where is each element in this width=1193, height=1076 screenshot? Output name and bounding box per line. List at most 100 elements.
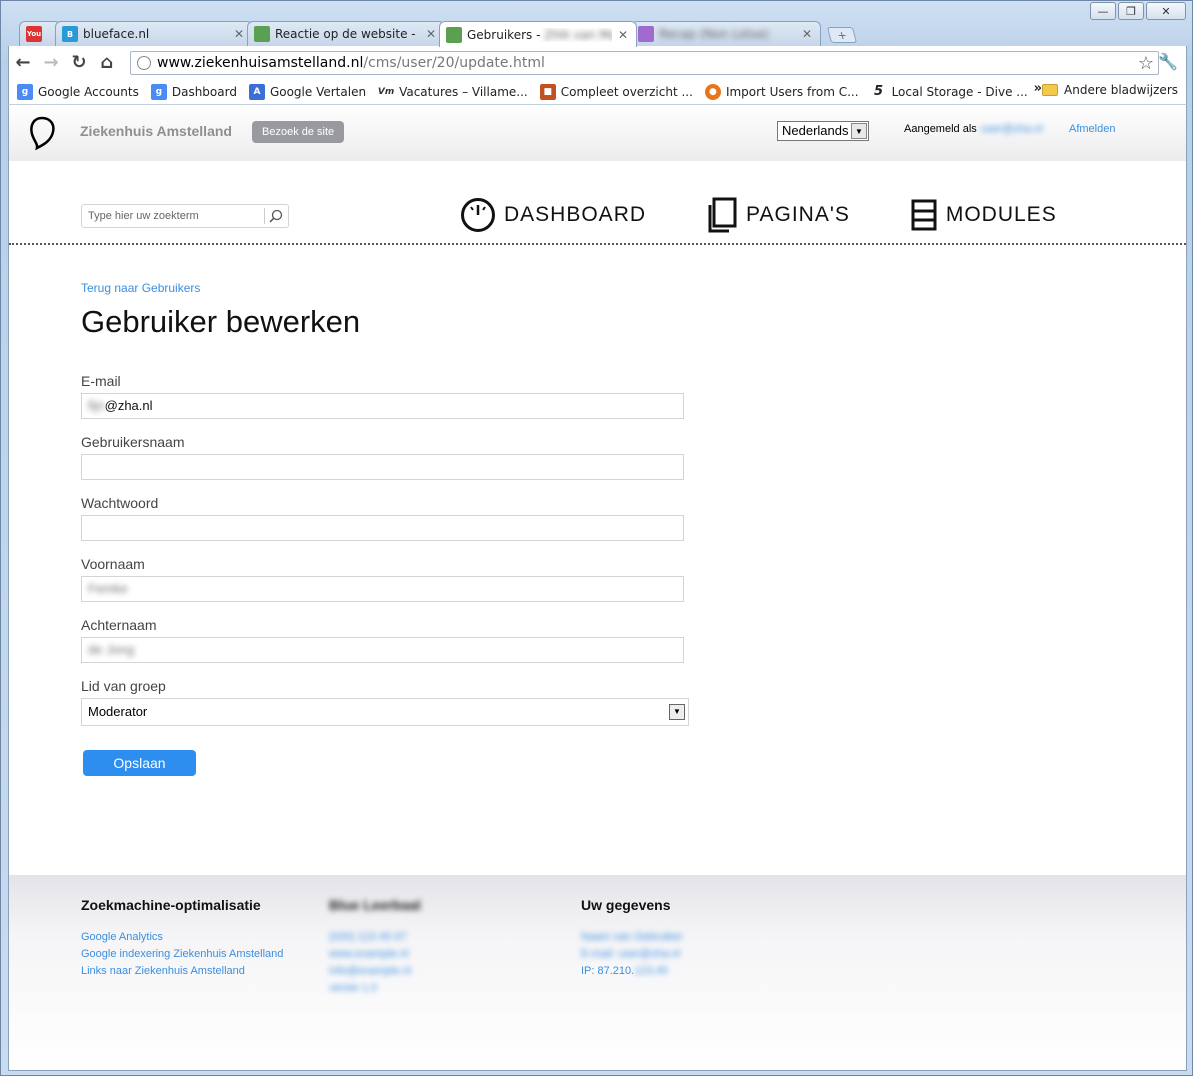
- user-name-line: Naam van Gebruiker: [581, 931, 683, 943]
- tab-title: Recap (Non Lotsa): [659, 27, 769, 41]
- firstname-field[interactable]: Femke: [81, 576, 684, 602]
- nav-dashboard-label: DASHBOARD: [504, 203, 647, 226]
- close-window-button[interactable]: ✕: [1146, 2, 1186, 20]
- footer-seo-column: Zoekmachine-optimalisatie Google Analyti…: [81, 897, 283, 980]
- group-select[interactable]: Moderator ▼: [81, 698, 689, 726]
- url-host: www.ziekenhuisamstelland.nl: [157, 55, 364, 71]
- bookmark-dashboard[interactable]: g Dashboard: [150, 83, 237, 100]
- divider: [9, 243, 1186, 245]
- bookmarks-overflow-button[interactable]: »: [1034, 81, 1042, 96]
- tab-reactie[interactable]: Reactie op de website - Ziek ✕: [247, 21, 445, 46]
- bookmark-local-storage[interactable]: 5 Local Storage - Dive ...: [870, 83, 1028, 100]
- close-icon[interactable]: ✕: [618, 28, 628, 42]
- google-icon: g: [150, 83, 167, 100]
- inbound-links-link[interactable]: Links naar Ziekenhuis Amstelland: [81, 963, 283, 980]
- google-indexing-link[interactable]: Google indexering Ziekenhuis Amstelland: [81, 946, 283, 963]
- cms-topbar: Ziekenhuis Amstelland Bezoek de site Ned…: [9, 105, 1186, 161]
- vm-icon: Vm: [378, 83, 394, 100]
- email-field[interactable]: fijn@zha.nl: [81, 393, 684, 419]
- five-icon: 5: [870, 83, 887, 100]
- contact-line: www.example.nl: [329, 948, 409, 960]
- google-analytics-link[interactable]: Google Analytics: [81, 929, 283, 946]
- group-label: Lid van groep: [81, 678, 166, 694]
- logout-link[interactable]: Afmelden: [1069, 123, 1115, 135]
- footer-seo-title: Zoekmachine-optimalisatie: [81, 897, 261, 913]
- bookmark-google-accounts[interactable]: g Google Accounts: [17, 83, 139, 100]
- password-field[interactable]: [81, 515, 684, 541]
- reload-icon[interactable]: ↻: [65, 52, 93, 73]
- url-path: /cms/user/20/update.html: [363, 55, 545, 71]
- address-bar[interactable]: www.ziekenhuisamstelland.nl/cms/user/20/…: [130, 51, 1159, 75]
- maximize-button[interactable]: ❐: [1118, 2, 1144, 20]
- browser-toolbar: ← → ↻ ⌂ www.ziekenhuisamstelland.nl/cms/…: [8, 46, 1187, 79]
- other-bookmarks[interactable]: Andere bladwijzers: [1042, 83, 1178, 97]
- modules-icon: [911, 199, 937, 231]
- blueface-icon: B: [62, 26, 78, 42]
- username-field[interactable]: [81, 454, 684, 480]
- folder-icon: [1042, 84, 1059, 96]
- forward-arrow-icon[interactable]: →: [37, 52, 65, 73]
- nav-modules[interactable]: MODULES: [910, 197, 1057, 233]
- back-arrow-icon[interactable]: ←: [9, 52, 37, 73]
- search-divider: [264, 208, 265, 224]
- lastname-field[interactable]: de Jong: [81, 637, 684, 663]
- bookmark-vacatures[interactable]: Vm Vacatures – Villame...: [378, 83, 528, 100]
- star-icon[interactable]: ☆: [1138, 53, 1154, 74]
- bookmark-label: Vacatures – Villame...: [399, 84, 528, 99]
- bookmark-import-users[interactable]: ● Import Users from C...: [704, 83, 859, 100]
- colorful-icon: [638, 26, 654, 42]
- search-input[interactable]: Type hier uw zoekterm: [81, 204, 289, 228]
- browser-window: — ❐ ✕ You B blueface.nl ✕ Reactie op de …: [0, 0, 1193, 1076]
- nav-pages-label: PAGINA'S: [746, 203, 850, 226]
- tab-gebruikers[interactable]: Gebruikers - ZHA van Mo ✕: [439, 21, 637, 47]
- language-value: Nederlands: [782, 123, 849, 138]
- tab-blurred[interactable]: Recap (Non Lotsa) ✕: [631, 21, 821, 46]
- logo-icon: [30, 116, 55, 151]
- logged-in-info: Aangemeld als user@zha.nl: [904, 123, 1043, 135]
- username-label: Gebruikersnaam: [81, 434, 185, 450]
- password-label: Wachtwoord: [81, 495, 159, 511]
- google-icon: g: [17, 83, 33, 100]
- bookmarks-bar: g Google Accounts g Dashboard A Google V…: [8, 79, 1187, 105]
- contact-line: info@example.nl: [329, 965, 412, 977]
- bookmark-label: Google Accounts: [38, 84, 139, 99]
- group-value: Moderator: [88, 704, 148, 719]
- youtube-icon: You: [26, 26, 42, 42]
- cms-icon: [254, 26, 270, 42]
- bookmark-label: Dashboard: [171, 84, 237, 99]
- close-icon[interactable]: ✕: [426, 27, 436, 41]
- wrench-icon[interactable]: 🔧: [1158, 52, 1178, 71]
- visit-site-button[interactable]: Bezoek de site: [252, 121, 345, 143]
- globe-icon: [137, 56, 151, 70]
- home-icon[interactable]: ⌂: [93, 52, 121, 73]
- main-nav: DASHBOARD PAGINA'S MODULES: [460, 197, 1117, 233]
- search-icon[interactable]: [269, 209, 283, 223]
- bookmark-label: Import Users from C...: [725, 84, 859, 99]
- site-name: Ziekenhuis Amstelland: [80, 123, 232, 139]
- bookmark-label: Local Storage - Dive ...: [891, 84, 1028, 99]
- page-title: Gebruiker bewerken: [81, 304, 361, 339]
- new-tab-button[interactable]: +: [826, 27, 858, 43]
- language-select[interactable]: Nederlands ▼: [777, 121, 869, 141]
- minimize-button[interactable]: —: [1090, 2, 1116, 20]
- email-value: @zha.nl: [104, 398, 153, 413]
- nav-pages[interactable]: PAGINA'S: [706, 197, 850, 233]
- nav-dashboard[interactable]: DASHBOARD: [460, 197, 646, 233]
- bookmark-compleet[interactable]: ■ Compleet overzicht ...: [539, 83, 693, 100]
- close-icon[interactable]: ✕: [802, 27, 812, 41]
- firefox-icon: ●: [704, 83, 721, 100]
- bookmark-label: Compleet overzicht ...: [560, 84, 693, 99]
- window-controls: — ❐ ✕: [1088, 2, 1186, 20]
- gauge-icon: [461, 198, 495, 232]
- tab-blueface[interactable]: B blueface.nl ✕: [55, 21, 253, 46]
- save-button[interactable]: Opslaan: [83, 750, 196, 776]
- search-placeholder: Type hier uw zoekterm: [88, 210, 199, 222]
- footer: Zoekmachine-optimalisatie Google Analyti…: [9, 875, 1186, 1070]
- bookmark-label: Google Vertalen: [269, 84, 367, 99]
- footer-contact-title: Blue Leerbaal: [329, 897, 421, 913]
- back-to-users-link[interactable]: Terug naar Gebruikers: [81, 281, 200, 295]
- bookmark-google-vertalen[interactable]: A Google Vertalen: [248, 83, 367, 100]
- footer-data-title: Uw gegevens: [581, 897, 671, 913]
- page-viewport: Ziekenhuis Amstelland Bezoek de site Ned…: [8, 105, 1187, 1071]
- close-icon[interactable]: ✕: [234, 27, 244, 41]
